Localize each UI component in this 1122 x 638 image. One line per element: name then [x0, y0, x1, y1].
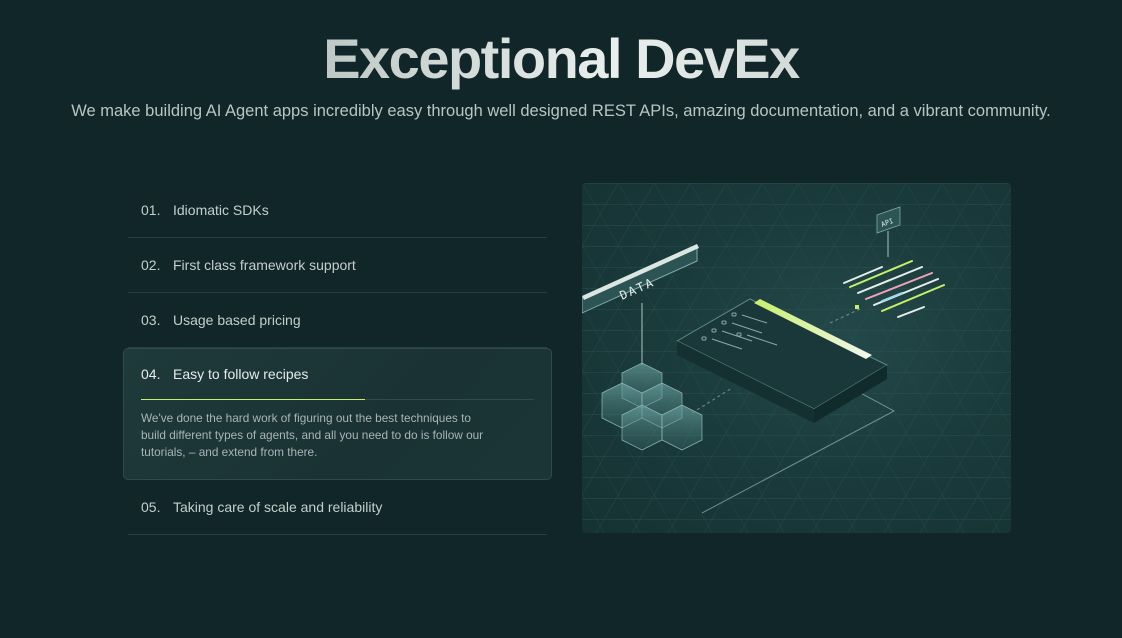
feature-header[interactable]: 04. Easy to follow recipes [124, 349, 551, 399]
feature-item-scale-reliability[interactable]: 05. Taking care of scale and reliability [128, 480, 547, 535]
feature-label: Taking care of scale and reliability [173, 499, 383, 515]
section-title: Exceptional DevEx [0, 26, 1122, 91]
feature-progress-fill [141, 399, 365, 400]
feature-item-usage-pricing[interactable]: 03. Usage based pricing [128, 293, 547, 348]
feature-item-recipes-expanded[interactable]: 04. Easy to follow recipes We've done th… [123, 348, 552, 480]
feature-label: First class framework support [173, 257, 356, 273]
section-subtitle: We make building AI Agent apps incredibl… [71, 102, 1051, 120]
illustration-svg: DATA API [582, 183, 1011, 533]
feature-label: Idiomatic SDKs [173, 202, 269, 218]
feature-number: 03. [141, 312, 161, 328]
isometric-illustration: DATA API [582, 183, 1011, 533]
feature-item-framework-support[interactable]: 02. First class framework support [128, 238, 547, 293]
feature-number: 02. [141, 257, 161, 273]
feature-number: 01. [141, 202, 161, 218]
feature-item-idiomatic-sdks[interactable]: 01. Idiomatic SDKs [128, 183, 547, 238]
feature-label: Usage based pricing [173, 312, 301, 328]
feature-number: 04. [141, 366, 161, 382]
devex-section: Exceptional DevEx We make building AI Ag… [0, 0, 1122, 638]
feature-progress-bar [141, 399, 534, 400]
feature-number: 05. [141, 499, 161, 515]
feature-list: 01. Idiomatic SDKs 02. First class frame… [123, 183, 552, 535]
feature-description: We've done the hard work of figuring out… [141, 411, 484, 459]
feature-label: Easy to follow recipes [173, 366, 309, 382]
